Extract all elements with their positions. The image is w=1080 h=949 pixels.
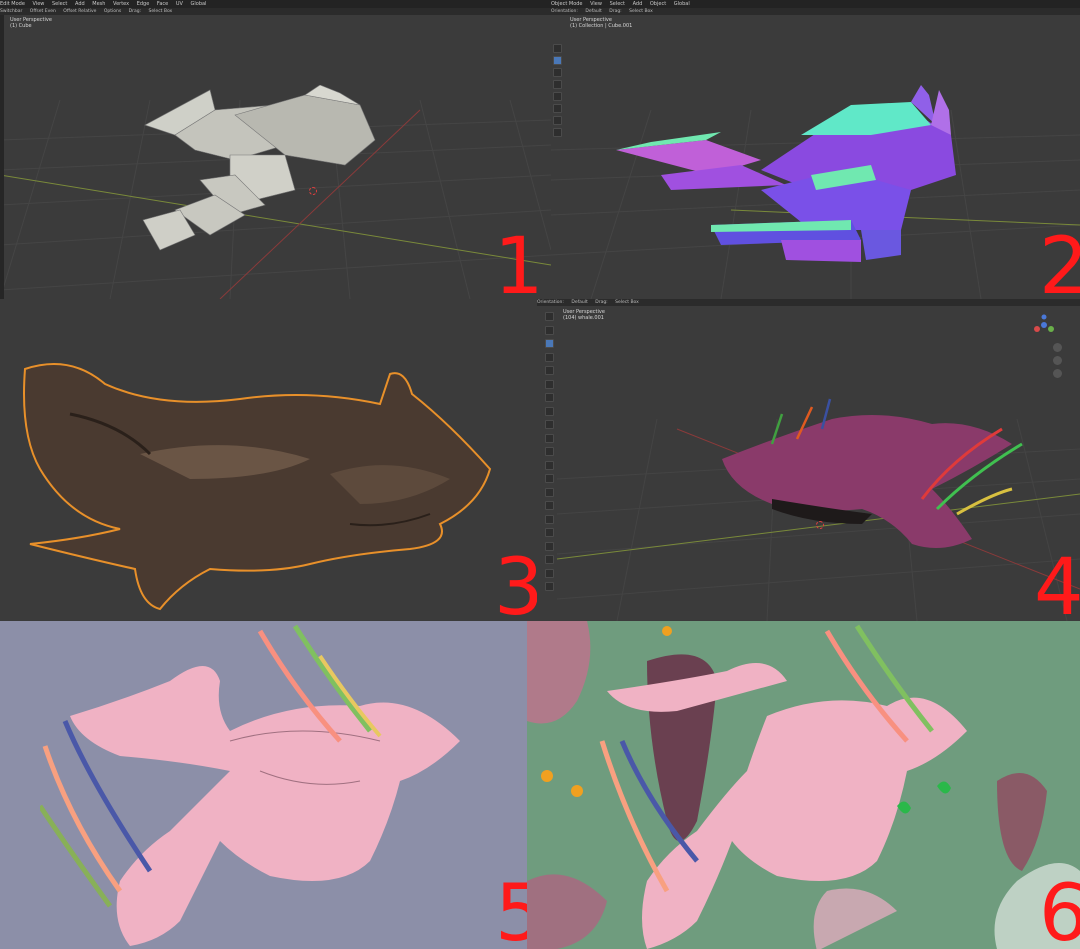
edge-slide-tool-icon[interactable]	[545, 541, 554, 551]
move-tool-icon[interactable]	[545, 339, 554, 348]
left-edge-strip	[0, 15, 4, 299]
tool-option: Orientation:	[537, 300, 564, 305]
select-tool-icon[interactable]	[545, 312, 554, 321]
toolbar-column	[553, 44, 563, 137]
panel-number-label: 5	[495, 869, 527, 949]
object-label: (1) Collection | Cube.001	[570, 23, 633, 29]
smooth-tool-icon[interactable]	[545, 528, 554, 537]
spin-tool-icon[interactable]	[545, 514, 554, 524]
menu-item[interactable]: Edit Mode	[0, 1, 25, 7]
menu-item[interactable]: Select	[610, 1, 625, 7]
tool-settings-bar: Switchbar Offset Even Offset Relative Op…	[0, 8, 551, 15]
pan-hand-icon[interactable]	[1053, 356, 1062, 365]
shear-tool-icon[interactable]	[545, 568, 554, 578]
panel-number-label: 1	[494, 222, 544, 299]
measure-tool-icon[interactable]	[545, 406, 554, 416]
viewport-info: User Perspective (1) Collection | Cube.0…	[570, 17, 632, 29]
tool-option[interactable]: Options	[104, 9, 121, 14]
tool-option[interactable]: Select Box	[615, 300, 639, 305]
tool-settings-bar: Orientation: Default Drag: Select Box	[537, 299, 1080, 306]
viewport-panel-2[interactable]: Object Mode View Select Add Object Globa…	[551, 0, 1080, 299]
cursor-tool-icon[interactable]	[545, 325, 554, 335]
menu-item[interactable]: View	[33, 1, 45, 7]
viewport-info: User Perspective (1) Cube	[10, 17, 52, 29]
menu-item[interactable]: Add	[75, 1, 85, 7]
toolbar-column	[545, 312, 555, 591]
menu-item[interactable]: Mesh	[92, 1, 105, 7]
menu-item[interactable]: Global	[674, 1, 690, 7]
inset-tool-icon[interactable]	[545, 447, 554, 456]
scale-tool-icon[interactable]	[545, 366, 554, 375]
panel-number-label: 6	[1039, 869, 1080, 949]
tool-option[interactable]: Switchbar	[0, 9, 22, 14]
object-label: (104) whale.001	[563, 315, 604, 321]
menu-item[interactable]: Object	[650, 1, 666, 7]
rotate-tool-icon[interactable]	[545, 352, 554, 362]
tool-option[interactable]: Offset Relative	[63, 9, 96, 14]
move-tool-icon[interactable]	[553, 56, 562, 65]
bevel-tool-icon[interactable]	[545, 460, 554, 470]
navigation-gizmo-icon[interactable]	[1033, 314, 1055, 336]
tool-option: Orientation:	[551, 9, 578, 14]
top-menu-bar: Edit Mode View Select Add Mesh Vertex Ed…	[0, 0, 551, 8]
textured-whale-model	[722, 398, 1023, 548]
render-panel-5: 5	[0, 621, 527, 949]
menu-item[interactable]: Add	[633, 1, 643, 7]
add-cube-tool-icon[interactable]	[545, 420, 554, 429]
3d-cursor[interactable]	[816, 521, 824, 529]
object-label: (1) Cube	[10, 23, 32, 29]
tool-option: Drag:	[595, 300, 608, 305]
poly-build-tool-icon[interactable]	[545, 501, 554, 510]
tool-option[interactable]: Offset Even	[30, 9, 56, 14]
knife-tool-icon[interactable]	[545, 487, 554, 497]
menu-item[interactable]: UV	[176, 1, 183, 7]
tool-option[interactable]: Select Box	[629, 9, 653, 14]
sculpt-panel-3[interactable]: 3	[0, 299, 537, 621]
sculpted-whale-model	[23, 363, 492, 611]
annotate-tool-icon[interactable]	[553, 104, 562, 113]
add-cube-tool-icon[interactable]	[553, 128, 562, 137]
panel-number-label: 3	[494, 543, 537, 621]
viewport-panel-1[interactable]: Edit Mode View Select Add Mesh Vertex Ed…	[0, 0, 551, 299]
menu-item[interactable]: Edge	[137, 1, 150, 7]
lowpoly-whale-model	[142, 85, 376, 251]
select-tool-icon[interactable]	[553, 44, 562, 53]
viewport-panel-4[interactable]: Orientation: Default Drag: Select Box Us…	[537, 299, 1080, 621]
transform-tool-icon[interactable]	[553, 92, 562, 101]
menu-item[interactable]: Object Mode	[551, 1, 583, 7]
tool-option[interactable]: Default	[571, 300, 587, 305]
loop-cut-tool-icon[interactable]	[545, 474, 554, 483]
pink-whale-render	[40, 624, 460, 946]
extrude-tool-icon[interactable]	[545, 433, 554, 443]
normal-map-whale-model	[616, 85, 956, 262]
top-menu-bar: Object Mode View Select Add Object Globa…	[551, 0, 1080, 8]
tool-option: Drag:	[128, 9, 142, 14]
menu-item[interactable]: Global	[191, 1, 207, 7]
menu-item[interactable]: View	[590, 1, 602, 7]
tool-option[interactable]: Default	[585, 9, 601, 14]
viewport-info: User Perspective (104) whale.001	[563, 309, 605, 321]
transform-tool-icon[interactable]	[545, 379, 554, 389]
panel-number-label: 4	[1034, 543, 1080, 621]
rip-tool-icon[interactable]	[545, 582, 554, 591]
measure-tool-icon[interactable]	[553, 116, 562, 125]
menu-item[interactable]: Face	[157, 1, 168, 7]
rotate-tool-icon[interactable]	[553, 68, 562, 77]
menu-item[interactable]: Select	[52, 1, 67, 7]
menu-item[interactable]: Vertex	[113, 1, 129, 7]
shrink-tool-icon[interactable]	[545, 555, 554, 564]
camera-icon[interactable]	[1053, 369, 1062, 378]
3d-cursor[interactable]	[309, 187, 317, 195]
panel-number-label: 2	[1039, 222, 1080, 299]
painted-scene-render	[527, 621, 1080, 949]
tool-option[interactable]: Select Box	[149, 9, 173, 14]
scale-tool-icon[interactable]	[553, 80, 562, 89]
zoom-icon[interactable]	[1053, 343, 1062, 352]
tool-option: Drag:	[609, 9, 622, 14]
render-panel-6: 6	[527, 621, 1080, 949]
tool-settings-bar: Orientation: Default Drag: Select Box	[551, 8, 1080, 15]
annotate-tool-icon[interactable]	[545, 393, 554, 402]
